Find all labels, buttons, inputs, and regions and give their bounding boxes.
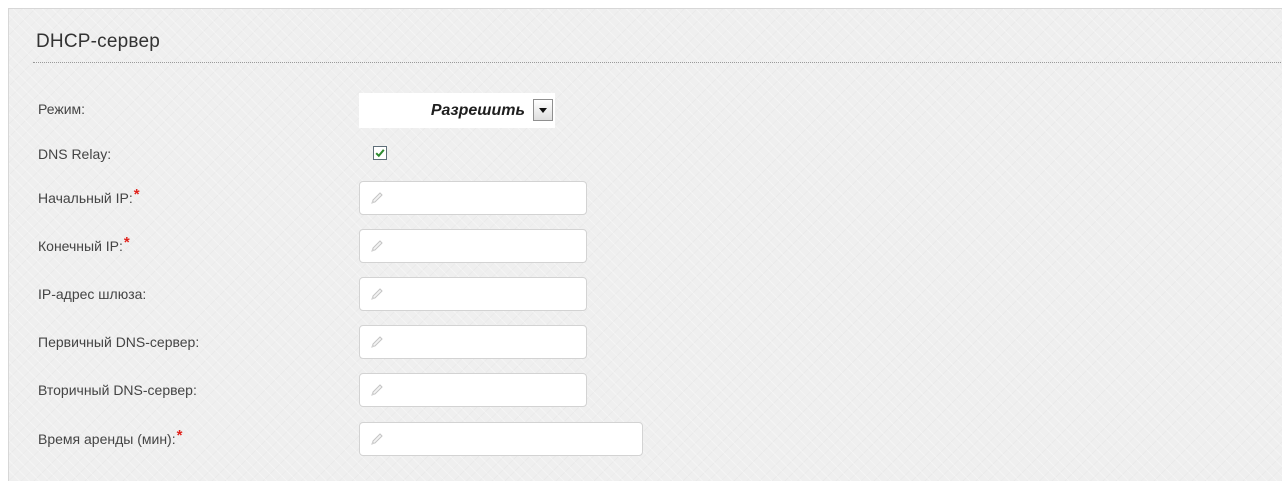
required-mark: * [123,234,130,251]
lease-time-input[interactable] [359,422,643,456]
end-ip-label-text: Конечный IP: [38,238,123,254]
chevron-down-icon[interactable] [533,99,553,121]
start-ip-input[interactable] [359,181,587,215]
start-ip-label: Начальный IP:* [38,186,140,207]
dhcp-server-panel: DHCP-сервер Режим: Разрешить DNS Relay: … [8,8,1282,481]
required-mark: * [176,427,183,444]
mode-select[interactable]: Разрешить [359,93,555,128]
pencil-icon [371,192,383,204]
checkmark-icon [375,149,385,158]
end-ip-input[interactable] [359,229,587,263]
primary-dns-input[interactable] [359,325,587,359]
mode-select-value: Разрешить [430,102,525,119]
pencil-icon [371,336,383,348]
gateway-label: IP-адрес шлюза: [38,286,147,302]
lease-time-label-text: Время аренды (мин): [38,431,176,447]
lease-time-label: Время аренды (мин):* [38,427,182,448]
gateway-input[interactable] [359,277,587,311]
pencil-icon [371,288,383,300]
required-mark: * [133,186,140,203]
end-ip-label: Конечный IP:* [38,234,130,255]
pencil-icon [371,433,383,445]
mode-label: Режим: [38,101,86,117]
title-divider [33,62,1282,63]
primary-dns-label: Первичный DNS-сервер: [38,334,200,350]
dns-relay-checkbox[interactable] [373,146,387,160]
section-title: DHCP-сервер [36,31,161,52]
dns-relay-label: DNS Relay: [38,146,112,162]
pencil-icon [371,240,383,252]
secondary-dns-input[interactable] [359,373,587,407]
pencil-icon [371,384,383,396]
secondary-dns-label: Вторичный DNS-сервер: [38,382,197,398]
start-ip-label-text: Начальный IP: [38,190,133,206]
